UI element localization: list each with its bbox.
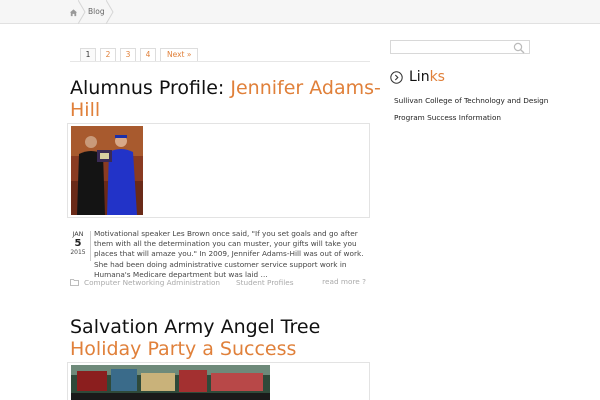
category-link[interactable]: Student Profiles (236, 278, 294, 287)
post-date-month: JAN (72, 230, 84, 238)
post-date-day: 5 (74, 238, 82, 249)
category-link[interactable]: Computer Networking Administration (84, 278, 220, 287)
page-link-3[interactable]: 3 (120, 48, 136, 62)
post-title-plain: Salvation Army Angel Tree (70, 316, 321, 338)
post-title-accent-line2: Hill (70, 99, 101, 121)
post-title-plain: Alumnus Profile: (70, 77, 231, 99)
featured-image-frame (67, 123, 370, 218)
page-link-2[interactable]: 2 (100, 48, 116, 62)
holiday-party-photo[interactable] (71, 365, 270, 400)
sidebar-link-sullivan-college[interactable]: Sullivan College of Technology and Desig… (394, 96, 548, 105)
post-meta: Computer Networking Administration Stude… (70, 277, 366, 289)
search-icon[interactable] (513, 42, 525, 54)
links-widget-heading: Links (390, 68, 445, 86)
chevron-right-circle-icon (390, 70, 403, 84)
breadcrumb-separator-icon (106, 0, 114, 24)
page-link-4[interactable]: 4 (140, 48, 156, 62)
post-date-year: 2015 (70, 249, 86, 256)
breadcrumb-item-blog[interactable]: Blog (88, 7, 105, 16)
post-title-accent: Holiday Party a Success (70, 338, 297, 360)
pagination: 1 2 3 4 Next » (80, 48, 199, 62)
post-date: JAN 5 2015 (68, 230, 88, 256)
post-title-accent: Jennifer Adams- (230, 77, 381, 99)
links-title-accent: ks (429, 69, 445, 85)
post-title[interactable]: Alumnus Profile: Jennifer Adams- Hill (70, 77, 381, 121)
folder-icon (70, 279, 79, 286)
breadcrumb-separator-icon (78, 0, 86, 24)
post-title[interactable]: Salvation Army Angel Tree Holiday Party … (70, 316, 320, 360)
links-title-plain: Lin (409, 69, 430, 85)
search-input[interactable] (390, 40, 530, 54)
page-link-1[interactable]: 1 (80, 48, 96, 62)
divider (70, 61, 370, 62)
read-more-link[interactable]: read more ? (322, 277, 366, 286)
links-widget-title: Links (409, 69, 445, 85)
breadcrumb: Blog (0, 0, 600, 24)
graduate-photo[interactable] (71, 126, 143, 215)
featured-image-frame (67, 362, 370, 400)
sidebar-link-program-success[interactable]: Program Success Information (394, 113, 501, 122)
divider (90, 231, 91, 261)
next-page-link[interactable]: Next » (160, 48, 199, 62)
post-excerpt: Motivational speaker Les Brown once said… (94, 229, 364, 279)
